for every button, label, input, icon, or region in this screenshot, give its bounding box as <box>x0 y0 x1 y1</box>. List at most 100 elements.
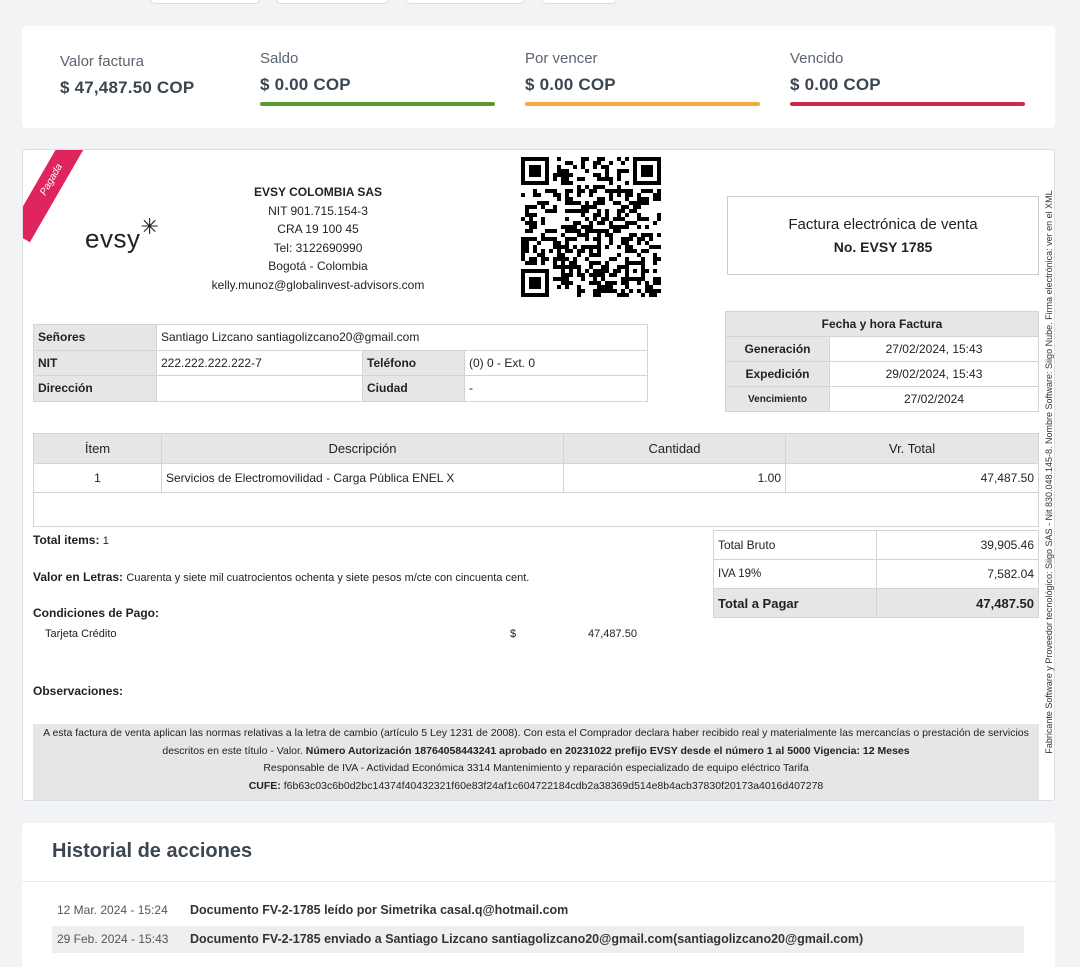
cufe-label: CUFE: <box>248 779 281 792</box>
total-pagar-value: 47,487.50 <box>876 588 1039 618</box>
dates-header: Fecha y hora Factura <box>725 311 1039 337</box>
valor-value: $ 47,487.50 COP <box>60 78 195 97</box>
top-button-2[interactable] <box>276 0 389 4</box>
empty-row <box>33 492 1039 527</box>
expedicion-label: Expedición <box>725 361 830 387</box>
total-items-label: Total items: <box>33 533 100 547</box>
generacion-value: 27/02/2024, 15:43 <box>829 336 1039 362</box>
ciudad-label: Ciudad <box>362 375 465 402</box>
vencido-label: Vencido <box>790 50 844 67</box>
nit-label: NIT <box>33 349 157 376</box>
condiciones-label: Condiciones de Pago: <box>33 606 160 620</box>
por-vencer-value: $ 0.00 COP <box>525 75 616 94</box>
document-number: No. EVSY 1785 <box>833 239 933 255</box>
legal-line2: Responsable de IVA - Actividad Económica… <box>263 762 809 774</box>
top-button-1[interactable] <box>150 0 260 4</box>
item-total: 47,487.50 <box>785 463 1039 493</box>
top-button-4[interactable] <box>541 0 617 4</box>
nit-value: 222.222.222.222-7 <box>156 349 363 376</box>
company-logo: evsy✳ <box>85 214 159 255</box>
valor-label: Valor factura <box>60 53 144 70</box>
item-number: 1 <box>33 463 162 493</box>
history-text: Documento FV-2-1785 leído por Simetrika … <box>190 903 569 917</box>
senores-label: Señores <box>33 324 157 351</box>
summary-card: Valor factura $ 47,487.50 COP Saldo $ 0.… <box>22 26 1055 128</box>
paid-ribbon: Pagada <box>23 150 95 243</box>
summary-saldo: Saldo $ 0.00 COP <box>260 50 351 95</box>
totals-table: Total Bruto 39,905.46 IVA 19% 7,582.04 T… <box>713 530 1039 618</box>
pago-method: Tarjeta Crédito <box>45 628 117 640</box>
company-info: EVSY COLOMBIA SAS NIT 901.715.154-3 CRA … <box>193 183 443 294</box>
total-bruto-value: 39,905.46 <box>876 530 1039 560</box>
por-vencer-label: Por vencer <box>525 50 598 67</box>
expedicion-value: 29/02/2024, 15:43 <box>829 361 1039 387</box>
valor-letras-value: Cuarenta y siete mil cuatrocientos ochen… <box>126 572 530 584</box>
vertical-note-text: Fabricante Software y Proveedor tecnológ… <box>1044 190 1054 754</box>
item-description: Servicios de Electromovilidad - Carga Pú… <box>161 463 564 493</box>
por-vencer-bar <box>525 102 760 106</box>
company-nit: NIT 901.715.154-3 <box>268 203 368 218</box>
total-items: Total items: 1 <box>33 533 109 547</box>
empty-cell <box>33 492 1039 527</box>
list-item: 12 Mar. 2024 - 15:24 Documento FV-2-1785… <box>52 897 1024 924</box>
vencimiento-label: Vencimiento <box>725 386 830 412</box>
items-header-cantidad: Cantidad <box>563 433 786 464</box>
valor-letras: Valor en Letras: Cuarenta y siete mil cu… <box>33 570 529 584</box>
senores-value: Santiago Lizcano santiagolizcano20@gmail… <box>156 324 648 351</box>
saldo-label: Saldo <box>260 50 299 67</box>
legal-authorization: Número Autorización 18764058443241 aprob… <box>305 744 910 757</box>
summary-por-vencer: Por vencer $ 0.00 COP <box>525 50 616 95</box>
company-city: Bogotá - Colombia <box>268 259 368 273</box>
company-name: EVSY COLOMBIA SAS <box>253 185 383 199</box>
vencimiento-value: 27/02/2024 <box>829 386 1039 412</box>
saldo-bar <box>260 102 495 106</box>
client-table: Señores Santiago Lizcano santiagolizcano… <box>33 324 648 402</box>
total-pagar-label: Total a Pagar <box>713 588 877 618</box>
legal-notice: A esta factura de venta aplican las norm… <box>33 724 1039 800</box>
pago-amount: 47,487.50 <box>588 628 637 640</box>
total-items-value: 1 <box>102 535 109 547</box>
valor-letras-label: Valor en Letras: <box>33 570 124 584</box>
items-header-item: Ítem <box>33 433 162 464</box>
history-date: 12 Mar. 2024 - 15:24 <box>57 903 168 917</box>
asterisk-icon: ✳ <box>140 214 160 239</box>
history-card: Historial de acciones 12 Mar. 2024 - 15:… <box>22 823 1055 967</box>
direccion-label: Dirección <box>33 375 157 402</box>
qr-code-icon <box>521 157 661 297</box>
history-text: Documento FV-2-1785 enviado a Santiago L… <box>190 932 864 946</box>
document-title: Factura electrónica de venta <box>788 216 978 233</box>
company-email: kelly.munoz@globalinvest-advisors.com <box>211 277 425 292</box>
vencido-bar <box>790 102 1025 106</box>
list-item: 29 Feb. 2024 - 15:43 Documento FV-2-1785… <box>52 926 1024 953</box>
dates-table: Fecha y hora Factura Generación 27/02/20… <box>725 311 1039 412</box>
observaciones-label: Observaciones: <box>33 684 124 698</box>
telefono-value: (0) 0 - Ext. 0 <box>464 349 648 376</box>
ciudad-value: - <box>464 375 648 402</box>
history-date: 29 Feb. 2024 - 15:43 <box>57 932 169 946</box>
company-address: CRA 19 100 45 <box>277 222 359 236</box>
table-row: 1 Servicios de Electromovilidad - Carga … <box>33 463 1039 493</box>
vertical-legal-note: Fabricante Software y Proveedor tecnológ… <box>1043 166 1054 778</box>
iva-label: IVA 19% <box>713 559 877 589</box>
cufe-value: f6b63c03c6b0d2bc14374f40432321f60e83f24a… <box>283 779 824 792</box>
items-header-total: Vr. Total <box>785 433 1039 464</box>
iva-value: 7,582.04 <box>876 559 1039 589</box>
logo-text: evsy <box>85 223 141 254</box>
total-bruto-label: Total Bruto <box>713 530 877 560</box>
generacion-label: Generación <box>725 336 830 362</box>
company-tel: Tel: 3122690990 <box>273 240 363 255</box>
invoice-document: Pagada evsy✳ EVSY COLOMBIA SAS NIT 901.7… <box>22 149 1055 801</box>
items-header-descripcion: Descripción <box>161 433 564 464</box>
telefono-label: Teléfono <box>362 349 465 376</box>
summary-vencido: Vencido $ 0.00 COP <box>790 50 881 95</box>
history-divider <box>22 881 1055 882</box>
history-title: Historial de acciones <box>52 840 253 862</box>
items-table: Ítem Descripción Cantidad Vr. Total 1 Se… <box>33 433 1039 527</box>
document-type-box: Factura electrónica de venta No. EVSY 17… <box>727 196 1039 275</box>
summary-valor: Valor factura $ 47,487.50 COP <box>60 53 194 98</box>
vencido-value: $ 0.00 COP <box>790 75 881 94</box>
top-button-3[interactable] <box>405 0 525 4</box>
pago-currency: $ <box>510 628 517 640</box>
item-quantity: 1.00 <box>563 463 786 493</box>
direccion-value <box>156 375 363 402</box>
